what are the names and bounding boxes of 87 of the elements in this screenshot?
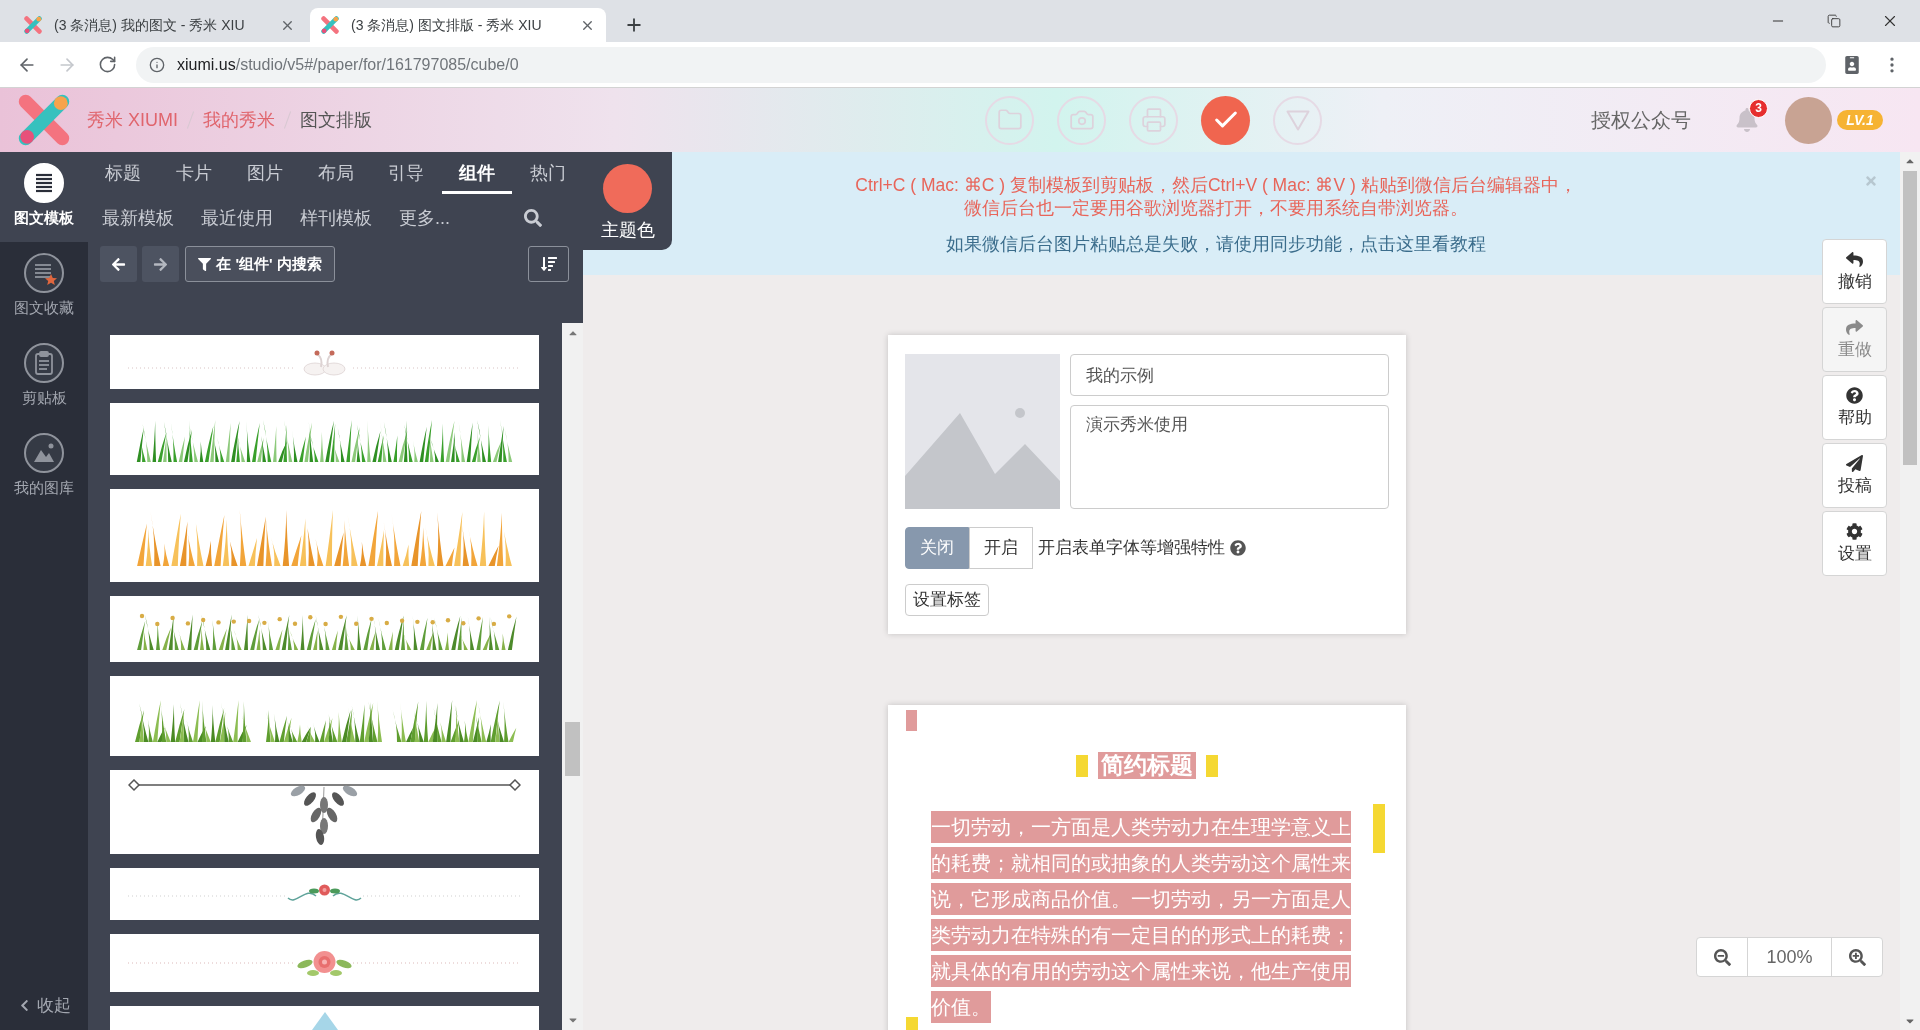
reload-icon[interactable] bbox=[98, 55, 117, 74]
camera-icon bbox=[1068, 107, 1095, 133]
toggle-option[interactable]: 开启 bbox=[969, 527, 1033, 569]
sidebar-item[interactable]: 剪贴板 bbox=[0, 332, 88, 422]
summary-textarea[interactable]: 演示秀米使用 bbox=[1070, 405, 1389, 509]
browser-tab[interactable]: (3 条消息) 图文排版 - 秀米 XIU bbox=[310, 8, 606, 42]
panel-tab[interactable]: 组件 bbox=[441, 152, 513, 194]
tutorial-link[interactable]: 如果微信后台图片粘贴总是失败，请使用同步功能，点击这里看教程 bbox=[946, 233, 1486, 256]
starred-list-icon bbox=[24, 253, 64, 293]
undo-button[interactable]: 撤销 bbox=[1822, 239, 1887, 304]
scrollbar[interactable] bbox=[562, 323, 583, 1030]
corner-mark bbox=[906, 710, 917, 731]
template-card[interactable] bbox=[110, 770, 539, 854]
clipboard-icon bbox=[24, 343, 64, 383]
settings-button[interactable]: 设置 bbox=[1822, 511, 1887, 576]
accent-bar bbox=[1373, 804, 1385, 853]
sort-icon bbox=[540, 256, 557, 272]
settings-icon bbox=[1846, 523, 1863, 540]
folder-icon bbox=[996, 107, 1023, 133]
panel-tab[interactable]: 引导 bbox=[370, 152, 442, 194]
scrollbar-thumb[interactable] bbox=[565, 722, 580, 776]
collapse-button[interactable]: 收起 bbox=[17, 992, 71, 1018]
panel-tab[interactable]: 卡片 bbox=[158, 152, 230, 194]
picture-icon bbox=[24, 433, 64, 473]
browser-tab[interactable]: (3 条消息) 我的图文 - 秀米 XIU bbox=[13, 8, 306, 42]
sidebar-item[interactable]: 图文收藏 bbox=[0, 242, 88, 332]
help-button[interactable]: 帮助 bbox=[1822, 375, 1887, 440]
accent-bar bbox=[1076, 754, 1088, 777]
article-heading: 简约标题 bbox=[1098, 752, 1196, 779]
triangle-drawing bbox=[311, 1012, 338, 1030]
favicon-icon bbox=[24, 16, 42, 34]
scrollbar-thumb[interactable] bbox=[1903, 171, 1917, 465]
zoom-in-icon bbox=[1848, 948, 1866, 966]
theme-color-swatch[interactable] bbox=[603, 164, 652, 213]
breadcrumb-current[interactable]: 图文排版 bbox=[300, 106, 372, 134]
zoom-out-icon bbox=[1713, 948, 1731, 966]
scrollbar[interactable] bbox=[1900, 152, 1920, 1030]
template-card[interactable] bbox=[110, 596, 539, 662]
subtab-link[interactable]: 更多... bbox=[399, 204, 450, 232]
filter-search-button[interactable]: 在 '组件' 内搜索 bbox=[185, 246, 335, 282]
account-link[interactable]: 授权公众号 bbox=[1591, 105, 1691, 135]
id-badge-icon[interactable] bbox=[1843, 55, 1861, 74]
logo-icon bbox=[18, 94, 70, 146]
new-tab-icon[interactable] bbox=[624, 15, 644, 35]
favicon-icon bbox=[321, 16, 339, 34]
template-card[interactable] bbox=[110, 676, 539, 756]
paper-plane-icon bbox=[1846, 455, 1863, 472]
set-tags-button[interactable]: 设置标签 bbox=[905, 584, 989, 616]
title-input[interactable]: 我的示例 bbox=[1070, 354, 1389, 396]
notice-text: Ctrl+C ( Mac: ⌘C ) 复制模板到剪贴板，然后Ctrl+V ( Mac: ⌘V ) 粘贴到微信后台编辑器中， bbox=[855, 174, 1577, 197]
accent-bar bbox=[1206, 754, 1218, 777]
search-icon[interactable] bbox=[524, 209, 542, 227]
theme-color-label: 主题色 bbox=[600, 219, 655, 242]
subtab-link[interactable]: 最近使用 bbox=[201, 204, 273, 232]
redo-icon bbox=[1846, 319, 1863, 336]
check-button[interactable] bbox=[1201, 95, 1250, 145]
sidebar-item[interactable]: 图文模板 bbox=[0, 152, 88, 242]
list-icon bbox=[24, 163, 64, 203]
arrow-left-icon bbox=[111, 256, 126, 272]
address-bar[interactable]: xiumi.us/studio/v5#/paper/for/161797085/cube/0 bbox=[136, 46, 1826, 83]
template-card[interactable] bbox=[110, 489, 539, 582]
info-icon[interactable] bbox=[149, 56, 165, 73]
panel-tab[interactable]: 图片 bbox=[229, 152, 301, 194]
help-icon bbox=[1846, 387, 1863, 404]
url-text: xiumi.us/studio/v5#/paper/for/161797085/cube/0 bbox=[177, 54, 519, 75]
funnel-icon bbox=[198, 257, 212, 271]
notice-text: 微信后台也一定要用谷歌浏览器打开，不要用系统自带浏览器。 bbox=[964, 197, 1468, 220]
panel-tab[interactable]: 标题 bbox=[88, 152, 159, 194]
submit-button[interactable]: 投稿 bbox=[1822, 443, 1887, 508]
subtab-link[interactable]: 样刊模板 bbox=[300, 204, 372, 232]
undo-icon bbox=[1846, 251, 1863, 268]
level-badge: LV.1 bbox=[1837, 110, 1883, 130]
arrow-right-icon bbox=[153, 256, 168, 272]
sidebar-item[interactable]: 我的图库 bbox=[0, 422, 88, 512]
restore-icon[interactable] bbox=[1827, 14, 1841, 28]
notification-badge: 3 bbox=[1749, 99, 1768, 118]
triangle-icon bbox=[1285, 109, 1310, 131]
back-button[interactable] bbox=[100, 246, 137, 282]
panel-tab[interactable]: 布局 bbox=[300, 152, 371, 194]
subtab-link[interactable]: 最新模板 bbox=[102, 204, 174, 232]
help-icon[interactable] bbox=[1230, 540, 1246, 556]
template-card[interactable] bbox=[110, 403, 539, 475]
sort-button[interactable] bbox=[528, 246, 569, 282]
feature-label: 开启表单字体等增强特性 bbox=[1038, 537, 1225, 560]
zoom-level: 100% bbox=[1747, 938, 1832, 976]
printer-icon bbox=[1140, 107, 1167, 133]
panel-tab[interactable]: 热门 bbox=[512, 152, 584, 194]
